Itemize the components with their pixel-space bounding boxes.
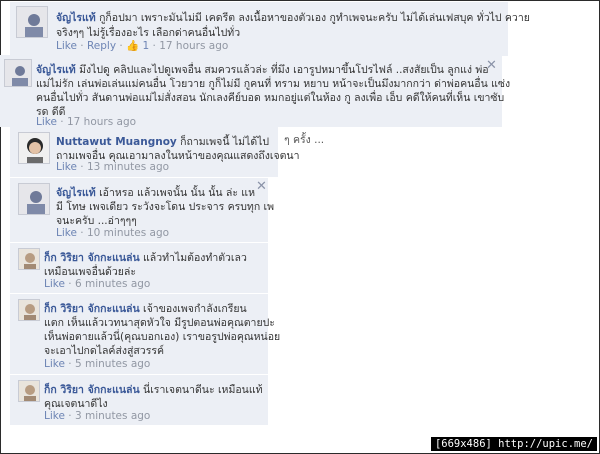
user-avatar-icon bbox=[19, 300, 39, 320]
like-link[interactable]: Like bbox=[56, 227, 77, 239]
separator: · bbox=[80, 227, 84, 239]
separator: · bbox=[68, 410, 72, 422]
comment-text-line: คนอื่นไปทั่ว สันดานพ่อแม่ไม่สั่งสอน นักเ… bbox=[36, 92, 505, 104]
reply-link[interactable]: Reply bbox=[87, 40, 116, 52]
avatar[interactable] bbox=[16, 6, 48, 38]
comment-time: 13 minutes ago bbox=[86, 161, 170, 173]
comment-time: 5 minutes ago bbox=[74, 358, 151, 370]
avatar[interactable] bbox=[18, 132, 50, 164]
comment-block: Nuttawut Muangnoy ก็ถามเพจนี้ ไม่ได้ไป ถ… bbox=[10, 127, 300, 177]
comment-text-line: แล้วทำไมต้องทำตัวเลว bbox=[143, 252, 247, 264]
comment-text-line: นี่เราเจตนาดีนะ เหมือนแท้ bbox=[143, 384, 263, 396]
comment-block: ก็ก วิริยา จักกะแนล่น แล้วทำไมต้องทำตัวเ… bbox=[10, 243, 268, 293]
separator: · bbox=[119, 40, 123, 52]
comment-block: จัญไรแท้ เอ้าหรอ แล้วเพจนั้น นั้น นั้น ล… bbox=[10, 178, 274, 242]
avatar[interactable] bbox=[4, 59, 32, 87]
avatar[interactable] bbox=[18, 299, 40, 321]
separator: · bbox=[152, 40, 156, 52]
like-link[interactable]: Like bbox=[56, 40, 77, 52]
avatar[interactable] bbox=[18, 380, 40, 402]
comment-author[interactable]: จัญไรแท้ bbox=[56, 12, 96, 24]
user-avatar-icon bbox=[19, 184, 49, 214]
like-link[interactable]: Like bbox=[56, 161, 77, 173]
user-avatar-icon bbox=[19, 249, 39, 269]
watermark: [669x486] http://upic.me/ bbox=[430, 437, 597, 451]
comment-time: 3 minutes ago bbox=[74, 410, 151, 422]
user-avatar-icon bbox=[5, 60, 31, 86]
separator: · bbox=[80, 40, 84, 52]
close-icon[interactable]: ✕ bbox=[256, 180, 267, 193]
comment-block: ก็ก วิริยา จักกะแนล่น นี่เราเจตนาดีนะ เห… bbox=[10, 375, 268, 425]
user-avatar-icon bbox=[17, 7, 47, 37]
user-avatar-icon bbox=[19, 381, 39, 401]
like-link[interactable]: Like bbox=[44, 358, 65, 370]
comment-block: จัญไรแท้ กูก็อปมา เพราะมันไม่มี เคดรีต ล… bbox=[10, 2, 530, 56]
comment-time: 10 minutes ago bbox=[86, 227, 170, 239]
comment-time: 6 minutes ago bbox=[74, 278, 151, 290]
separator: · bbox=[80, 161, 84, 173]
comment-block: จัญไรแท้ มึงไปดู คลิปและไปดูเพจอื่น สมคว… bbox=[0, 55, 510, 128]
separator: · bbox=[68, 278, 72, 290]
like-link[interactable]: Like bbox=[44, 278, 65, 290]
close-icon[interactable]: ✕ bbox=[486, 59, 497, 72]
comment-text-line: จะเอาไปกดไลค์ส่งสู่สวรรค์ bbox=[44, 345, 164, 357]
avatar[interactable] bbox=[18, 248, 40, 270]
like-link[interactable]: Like bbox=[44, 410, 65, 422]
avatar[interactable] bbox=[18, 183, 50, 215]
truncated-text: ๆ ครั้ง ... bbox=[284, 134, 325, 146]
comment-block: ก็ก วิริยา จักกะแนล่น เจ้าของเพจกำลังเกร… bbox=[10, 294, 280, 374]
like-thumb-icon: 👍 bbox=[126, 40, 140, 52]
separator: · bbox=[68, 358, 72, 370]
user-avatar-icon bbox=[19, 133, 49, 163]
comment-time: 17 hours ago bbox=[159, 40, 229, 52]
comment-text-line: กูก็อปมา เพราะมันไม่มี เคดรีต ลงเนื้อหาข… bbox=[99, 12, 530, 24]
like-count[interactable]: 👍 1 bbox=[126, 40, 149, 52]
